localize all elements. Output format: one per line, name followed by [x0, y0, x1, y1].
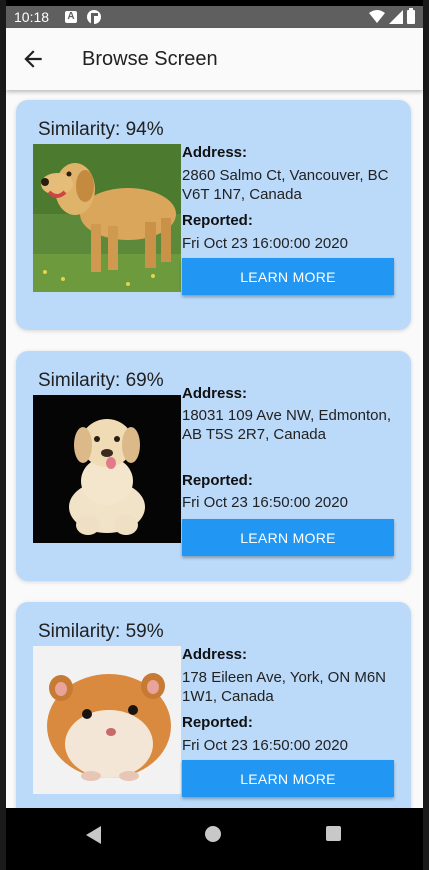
- similarity-score: Similarity: 69%: [38, 370, 164, 391]
- address-label: Address:: [182, 144, 248, 161]
- result-card: Similarity: 94% Address: 2860 Salmo Ct, …: [16, 100, 411, 330]
- app-bar: Browse Screen: [6, 28, 423, 90]
- results-list[interactable]: Similarity: 94% Address: 2860 Salmo Ct, …: [6, 90, 423, 808]
- signal-icon: [389, 10, 403, 24]
- nav-recents-icon[interactable]: [326, 826, 341, 841]
- address-value: 2860 Salmo Ct, Vancouver, BC V6T 1N7, Ca…: [182, 167, 389, 203]
- similarity-score: Similarity: 94%: [38, 119, 164, 140]
- reported-label: Reported:: [182, 212, 253, 229]
- learn-more-button[interactable]: LEARN MORE: [182, 760, 394, 797]
- reported-date: Fri Oct 23 16:00:00 2020: [182, 235, 348, 252]
- wifi-icon: [369, 10, 385, 23]
- reported-label: Reported:: [182, 472, 253, 489]
- hamster-photo: [33, 646, 181, 794]
- similarity-score: Similarity: 59%: [38, 621, 164, 642]
- reported-date: Fri Oct 23 16:50:00 2020: [182, 494, 348, 511]
- nav-back-icon[interactable]: [86, 826, 102, 844]
- notification-f-icon: [87, 10, 101, 24]
- system-nav-bar: [6, 808, 423, 870]
- status-bar: 10:18 A: [6, 6, 423, 28]
- learn-more-button[interactable]: LEARN MORE: [182, 258, 394, 295]
- arrow-left-icon[interactable]: [20, 46, 46, 72]
- address-value: 178 Eileen Ave, York, ON M6N 1W1, Canada: [182, 669, 387, 705]
- page-title: Browse Screen: [82, 48, 218, 70]
- battery-icon: [407, 8, 415, 24]
- golden-retriever-photo: [33, 144, 181, 292]
- status-time: 10:18: [14, 9, 50, 25]
- address-label: Address:: [182, 385, 248, 402]
- address-label: Address:: [182, 646, 248, 663]
- reported-label: Reported:: [182, 714, 253, 731]
- phone-screen: 10:18 A Browse Screen Similarity: 94% Ad…: [6, 0, 423, 870]
- result-card: Similarity: 59% Address: 178 Eileen Ave,…: [16, 602, 411, 808]
- result-card: Similarity: 69% Address: 18031 109 Ave N…: [16, 351, 411, 581]
- address-value: 18031 109 Ave NW, Edmonton, AB T5S 2R7, …: [182, 407, 392, 443]
- reported-date: Fri Oct 23 16:50:00 2020: [182, 737, 348, 754]
- learn-more-button[interactable]: LEARN MORE: [182, 519, 394, 556]
- status-icons: [369, 8, 415, 24]
- labrador-puppy-photo: [33, 395, 181, 543]
- notification-a-icon: A: [65, 11, 77, 23]
- nav-home-icon[interactable]: [205, 826, 221, 842]
